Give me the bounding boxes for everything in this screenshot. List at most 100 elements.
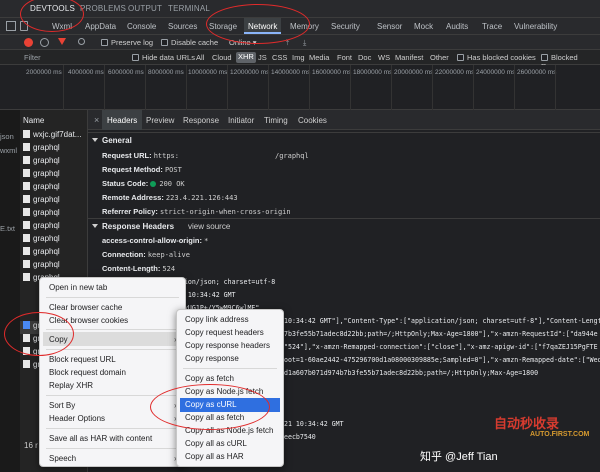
menu-open-new-tab[interactable]: Open in new tab [49,283,107,292]
type-css[interactable]: CSS [272,53,287,62]
menu-block-request-domain[interactable]: Block request domain [49,368,126,377]
menu-divider [46,297,179,298]
disable-cache-checkbox[interactable]: Disable cache [161,38,218,47]
header-value-line: 7b3fe55b71adec8d22bb;path=/;HttpOnly;Max… [284,330,598,338]
menu-copy-link-address[interactable]: Copy link address [185,315,249,324]
tab-preview[interactable]: Preview [146,116,174,125]
file-icon [23,221,30,229]
tab-console[interactable]: Console [127,22,156,31]
tab-sensor[interactable]: Sensor [377,22,402,31]
tab-vulnerability[interactable]: Vulnerability [514,22,557,31]
type-img[interactable]: Img [292,53,305,62]
response-headers-section-header[interactable]: Response Headers view source [92,222,230,231]
menu-speech[interactable]: Speech [49,454,76,463]
inspect-icon[interactable] [6,21,16,31]
grid-line [391,65,392,110]
tick-label: 14000000 ms [271,69,311,76]
menu-copy-response[interactable]: Copy response [185,354,239,363]
grid-line [63,65,64,110]
menu-copy-request-headers[interactable]: Copy request headers [185,328,264,337]
record-icon[interactable] [24,38,33,47]
type-xhr[interactable]: XHR [236,52,256,63]
type-font[interactable]: Font [337,53,352,62]
type-all[interactable]: All [196,53,204,62]
tab-appdata[interactable]: AppData [85,22,116,31]
file-icon [23,273,30,281]
general-section-header[interactable]: General [92,136,132,145]
request-row[interactable]: wxjc.gif7dat... [20,130,88,143]
grid-line [514,65,515,110]
request-row[interactable]: graphql [20,247,88,260]
search-icon[interactable] [78,38,85,45]
request-row[interactable]: graphql [20,195,88,208]
request-row[interactable]: graphql [20,143,88,156]
tab-problems[interactable]: PROBLEMS [80,4,126,13]
menu-copy-all-as-curl[interactable]: Copy all as cURL [185,439,247,448]
expand-triangle-icon [92,138,98,142]
name-column-header[interactable]: Name [20,116,44,125]
file-icon [23,195,30,203]
view-source-link[interactable]: view source [188,222,230,231]
tab-security[interactable]: Security [331,22,360,31]
menu-save-all-har[interactable]: Save all as HAR with content [49,434,152,443]
context-menu: Open in new tab Clear browser cache Clea… [39,277,186,467]
tab-trace[interactable]: Trace [482,22,502,31]
tab-mock[interactable]: Mock [414,22,433,31]
sidebar-item[interactable]: json [0,132,14,141]
filter-icon[interactable] [58,38,66,45]
annotation-oval-selected-row [4,312,74,356]
header-value-line: ation/json; charset=utf-8 [176,278,276,286]
menu-replay-xhr[interactable]: Replay XHR [49,381,93,390]
request-row[interactable]: graphql [20,156,88,169]
preserve-log-checkbox[interactable]: Preserve log [101,38,153,47]
sidebar-item[interactable]: wxml [0,146,17,155]
response-header-row: Content-Length: 524 [102,264,176,273]
hide-data-urls-checkbox[interactable]: Hide data URLs [132,53,195,62]
tab-terminal[interactable]: TERMINAL [168,4,210,13]
tab-initiator[interactable]: Initiator [228,116,254,125]
sidebar-item[interactable]: E.txt [0,224,15,233]
type-media[interactable]: Media [309,53,329,62]
file-icon [23,156,30,164]
request-row[interactable]: graphql [20,221,88,234]
type-other[interactable]: Other [430,53,449,62]
menu-block-request-url[interactable]: Block request URL [49,355,116,364]
has-blocked-cookies-checkbox[interactable]: Has blocked cookies [457,53,536,62]
menu-clear-browser-cache[interactable]: Clear browser cache [49,303,122,312]
menu-header-options[interactable]: Header Options [49,414,105,423]
type-cloud[interactable]: Cloud [212,53,232,62]
menu-divider [46,428,179,429]
menu-copy-as-fetch[interactable]: Copy as fetch [185,374,234,383]
filter-input[interactable]: Filter [24,53,41,62]
status-dot-icon [150,181,157,187]
file-icon [23,234,30,242]
download-icon[interactable]: ⤓ [303,38,306,48]
grid-line [186,65,187,110]
tab-headers[interactable]: Headers [102,110,143,130]
type-ws[interactable]: WS [378,53,390,62]
timeline-overview[interactable]: 2000000 ms 4000000 ms 6000000 ms 8000000… [0,65,600,110]
tick-label: 12000000 ms [230,69,270,76]
tab-response[interactable]: Response [183,116,219,125]
tick-label: 18000000 ms [353,69,393,76]
response-header-row: Connection: keep-alive [102,250,190,259]
request-row[interactable]: graphql [20,260,88,273]
request-row[interactable]: graphql [20,169,88,182]
request-row[interactable]: graphql [20,208,88,221]
tab-sources[interactable]: Sources [168,22,197,31]
tab-cookies[interactable]: Cookies [298,116,327,125]
tab-timing[interactable]: Timing [264,116,288,125]
menu-sort-by[interactable]: Sort By [49,401,75,410]
tab-output[interactable]: OUTPUT [128,4,162,13]
request-row[interactable]: graphql [20,182,88,195]
request-row[interactable]: graphql [20,234,88,247]
header-value-line: "524"],"x-amzn-Remapped-connection":["cl… [284,343,598,351]
menu-copy-all-as-har[interactable]: Copy all as HAR [185,452,244,461]
type-manifest[interactable]: Manifest [395,53,423,62]
type-doc[interactable]: Doc [358,53,371,62]
tab-audits[interactable]: Audits [446,22,468,31]
type-js[interactable]: JS [258,53,267,62]
close-icon[interactable]: × [94,115,99,125]
menu-copy-response-headers[interactable]: Copy response headers [185,341,270,350]
clear-icon[interactable] [40,38,49,47]
